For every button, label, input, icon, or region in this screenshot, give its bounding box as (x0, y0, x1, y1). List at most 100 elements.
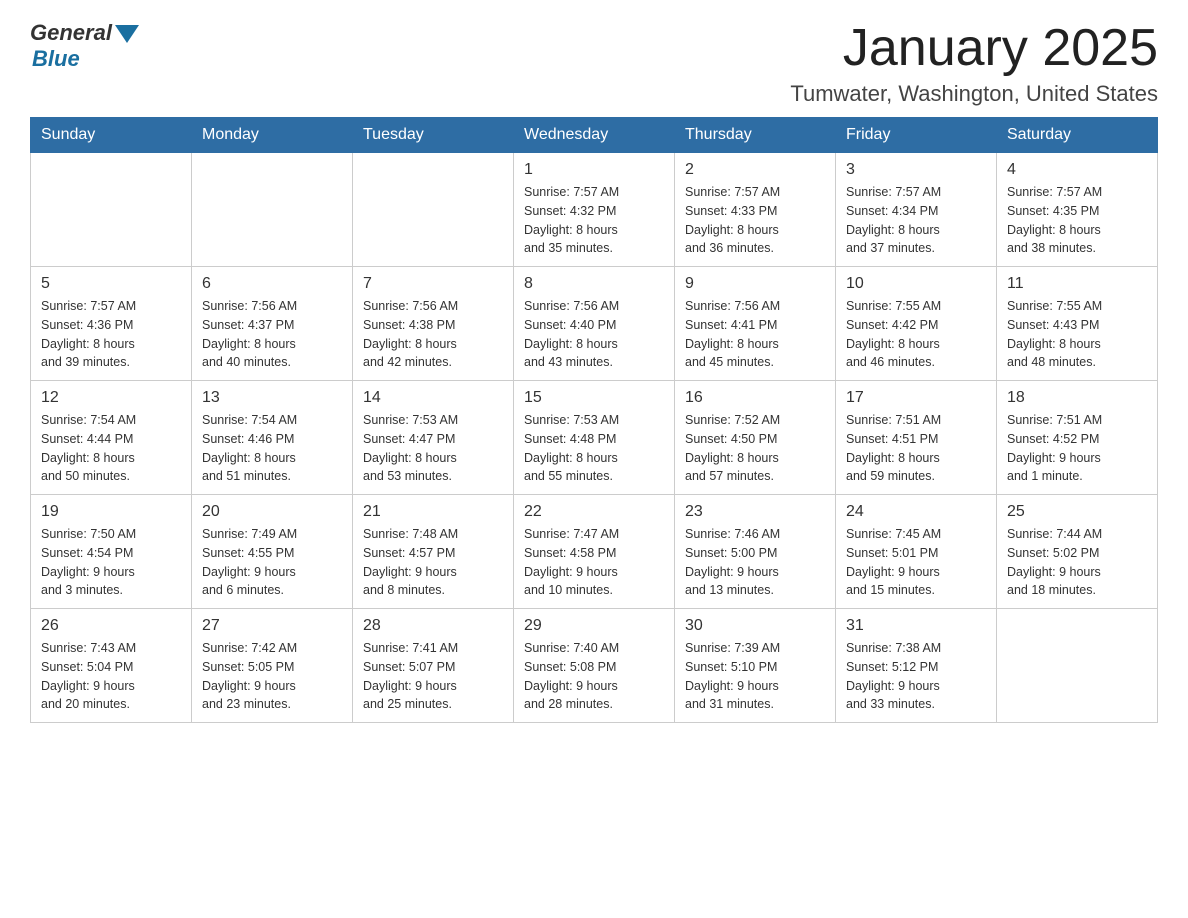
day-number: 12 (41, 389, 181, 407)
calendar-cell: 27Sunrise: 7:42 AM Sunset: 5:05 PM Dayli… (192, 609, 353, 723)
day-number: 5 (41, 275, 181, 293)
day-number: 18 (1007, 389, 1147, 407)
calendar-cell: 24Sunrise: 7:45 AM Sunset: 5:01 PM Dayli… (836, 495, 997, 609)
day-info: Sunrise: 7:51 AM Sunset: 4:52 PM Dayligh… (1007, 411, 1147, 486)
column-header-saturday: Saturday (997, 118, 1158, 153)
calendar-cell: 23Sunrise: 7:46 AM Sunset: 5:00 PM Dayli… (675, 495, 836, 609)
day-info: Sunrise: 7:54 AM Sunset: 4:44 PM Dayligh… (41, 411, 181, 486)
calendar-cell: 8 Sunrise: 7:56 AM Sunset: 4:40 PM Daylig… (514, 267, 675, 381)
calendar-cell: 7Sunrise: 7:56 AM Sunset: 4:38 PM Daylig… (353, 267, 514, 381)
calendar-cell: 20 Sunrise: 7:49 AM Sunset: 4:55 PM Dayli… (192, 495, 353, 609)
column-header-friday: Friday (836, 118, 997, 153)
day-number: 21 (363, 503, 503, 521)
day-number: 6 (202, 275, 342, 293)
day-info: Sunrise: 7:52 AM Sunset: 4:50 PM Dayligh… (685, 411, 825, 486)
calendar-cell: 4 Sunrise: 7:57 AM Sunset: 4:35 PM Daylig… (997, 153, 1158, 267)
calendar-cell: 18 Sunrise: 7:51 AM Sunset: 4:52 PM Dayli… (997, 381, 1158, 495)
day-info: Sunrise: 7:48 AM Sunset: 4:57 PM Dayligh… (363, 525, 503, 600)
calendar-cell (192, 153, 353, 267)
day-info: Sunrise: 7:57 AM Sunset: 4:33 PM Dayligh… (685, 183, 825, 258)
day-number: 30 (685, 617, 825, 635)
calendar-week-row: 19 Sunrise: 7:50 AM Sunset: 4:54 PM Dayli… (31, 495, 1158, 609)
calendar-cell: 6 Sunrise: 7:56 AM Sunset: 4:37 PM Daylig… (192, 267, 353, 381)
day-number: 19 (41, 503, 181, 521)
day-info: Sunrise: 7:53 AM Sunset: 4:47 PM Dayligh… (363, 411, 503, 486)
logo: General Blue (30, 20, 139, 72)
day-info: Sunrise: 7:45 AM Sunset: 5:01 PM Dayligh… (846, 525, 986, 600)
calendar-table: SundayMondayTuesdayWednesdayThursdayFrid… (30, 117, 1158, 723)
day-info: Sunrise: 7:39 AM Sunset: 5:10 PM Dayligh… (685, 639, 825, 714)
day-info: Sunrise: 7:56 AM Sunset: 4:40 PM Dayligh… (524, 297, 664, 372)
calendar-cell: 9 Sunrise: 7:56 AM Sunset: 4:41 PM Daylig… (675, 267, 836, 381)
calendar-cell: 30 Sunrise: 7:39 AM Sunset: 5:10 PM Dayli… (675, 609, 836, 723)
day-info: Sunrise: 7:43 AM Sunset: 5:04 PM Dayligh… (41, 639, 181, 714)
calendar-cell: 13 Sunrise: 7:54 AM Sunset: 4:46 PM Dayli… (192, 381, 353, 495)
day-number: 3 (846, 161, 986, 179)
calendar-cell: 12 Sunrise: 7:54 AM Sunset: 4:44 PM Dayli… (31, 381, 192, 495)
day-number: 26 (41, 617, 181, 635)
calendar-cell (31, 153, 192, 267)
day-info: Sunrise: 7:57 AM Sunset: 4:34 PM Dayligh… (846, 183, 986, 258)
calendar-week-row: 12 Sunrise: 7:54 AM Sunset: 4:44 PM Dayli… (31, 381, 1158, 495)
day-number: 2 (685, 161, 825, 179)
day-info: Sunrise: 7:56 AM Sunset: 4:38 PM Dayligh… (363, 297, 503, 372)
calendar-week-row: 1Sunrise: 7:57 AM Sunset: 4:32 PM Daylig… (31, 153, 1158, 267)
calendar-subtitle: Tumwater, Washington, United States (790, 81, 1158, 107)
day-info: Sunrise: 7:50 AM Sunset: 4:54 PM Dayligh… (41, 525, 181, 600)
column-header-sunday: Sunday (31, 118, 192, 153)
day-number: 28 (363, 617, 503, 635)
day-number: 20 (202, 503, 342, 521)
day-number: 29 (524, 617, 664, 635)
day-number: 14 (363, 389, 503, 407)
day-number: 4 (1007, 161, 1147, 179)
day-number: 8 (524, 275, 664, 293)
day-info: Sunrise: 7:57 AM Sunset: 4:36 PM Dayligh… (41, 297, 181, 372)
day-number: 9 (685, 275, 825, 293)
day-number: 10 (846, 275, 986, 293)
calendar-cell: 2 Sunrise: 7:57 AM Sunset: 4:33 PM Daylig… (675, 153, 836, 267)
day-number: 13 (202, 389, 342, 407)
calendar-cell: 15Sunrise: 7:53 AM Sunset: 4:48 PM Dayli… (514, 381, 675, 495)
day-number: 31 (846, 617, 986, 635)
day-info: Sunrise: 7:38 AM Sunset: 5:12 PM Dayligh… (846, 639, 986, 714)
calendar-cell: 3 Sunrise: 7:57 AM Sunset: 4:34 PM Daylig… (836, 153, 997, 267)
day-number: 25 (1007, 503, 1147, 521)
column-header-wednesday: Wednesday (514, 118, 675, 153)
day-info: Sunrise: 7:53 AM Sunset: 4:48 PM Dayligh… (524, 411, 664, 486)
calendar-body: 1Sunrise: 7:57 AM Sunset: 4:32 PM Daylig… (31, 153, 1158, 723)
calendar-cell: 25 Sunrise: 7:44 AM Sunset: 5:02 PM Dayli… (997, 495, 1158, 609)
calendar-cell: 29Sunrise: 7:40 AM Sunset: 5:08 PM Dayli… (514, 609, 675, 723)
calendar-cell: 21 Sunrise: 7:48 AM Sunset: 4:57 PM Dayli… (353, 495, 514, 609)
logo-general-text: General (30, 20, 112, 46)
day-info: Sunrise: 7:56 AM Sunset: 4:37 PM Dayligh… (202, 297, 342, 372)
day-number: 16 (685, 389, 825, 407)
calendar-cell: 14 Sunrise: 7:53 AM Sunset: 4:47 PM Dayli… (353, 381, 514, 495)
day-info: Sunrise: 7:56 AM Sunset: 4:41 PM Dayligh… (685, 297, 825, 372)
column-header-monday: Monday (192, 118, 353, 153)
logo-blue-text: Blue (32, 46, 80, 72)
day-number: 17 (846, 389, 986, 407)
day-info: Sunrise: 7:49 AM Sunset: 4:55 PM Dayligh… (202, 525, 342, 600)
day-info: Sunrise: 7:57 AM Sunset: 4:35 PM Dayligh… (1007, 183, 1147, 258)
calendar-cell: 1Sunrise: 7:57 AM Sunset: 4:32 PM Daylig… (514, 153, 675, 267)
logo-triangle-icon (115, 25, 139, 43)
calendar-cell: 16 Sunrise: 7:52 AM Sunset: 4:50 PM Dayli… (675, 381, 836, 495)
day-info: Sunrise: 7:55 AM Sunset: 4:43 PM Dayligh… (1007, 297, 1147, 372)
calendar-cell: 11Sunrise: 7:55 AM Sunset: 4:43 PM Dayli… (997, 267, 1158, 381)
calendar-week-row: 26 Sunrise: 7:43 AM Sunset: 5:04 PM Dayli… (31, 609, 1158, 723)
calendar-header-row: SundayMondayTuesdayWednesdayThursdayFrid… (31, 118, 1158, 153)
day-info: Sunrise: 7:46 AM Sunset: 5:00 PM Dayligh… (685, 525, 825, 600)
calendar-cell: 28Sunrise: 7:41 AM Sunset: 5:07 PM Dayli… (353, 609, 514, 723)
day-info: Sunrise: 7:51 AM Sunset: 4:51 PM Dayligh… (846, 411, 986, 486)
calendar-cell: 19 Sunrise: 7:50 AM Sunset: 4:54 PM Dayli… (31, 495, 192, 609)
calendar-cell: 22Sunrise: 7:47 AM Sunset: 4:58 PM Dayli… (514, 495, 675, 609)
day-info: Sunrise: 7:44 AM Sunset: 5:02 PM Dayligh… (1007, 525, 1147, 600)
column-header-tuesday: Tuesday (353, 118, 514, 153)
column-header-thursday: Thursday (675, 118, 836, 153)
day-info: Sunrise: 7:54 AM Sunset: 4:46 PM Dayligh… (202, 411, 342, 486)
calendar-week-row: 5 Sunrise: 7:57 AM Sunset: 4:36 PM Daylig… (31, 267, 1158, 381)
calendar-cell: 5 Sunrise: 7:57 AM Sunset: 4:36 PM Daylig… (31, 267, 192, 381)
day-info: Sunrise: 7:55 AM Sunset: 4:42 PM Dayligh… (846, 297, 986, 372)
calendar-cell: 26 Sunrise: 7:43 AM Sunset: 5:04 PM Dayli… (31, 609, 192, 723)
calendar-cell (997, 609, 1158, 723)
